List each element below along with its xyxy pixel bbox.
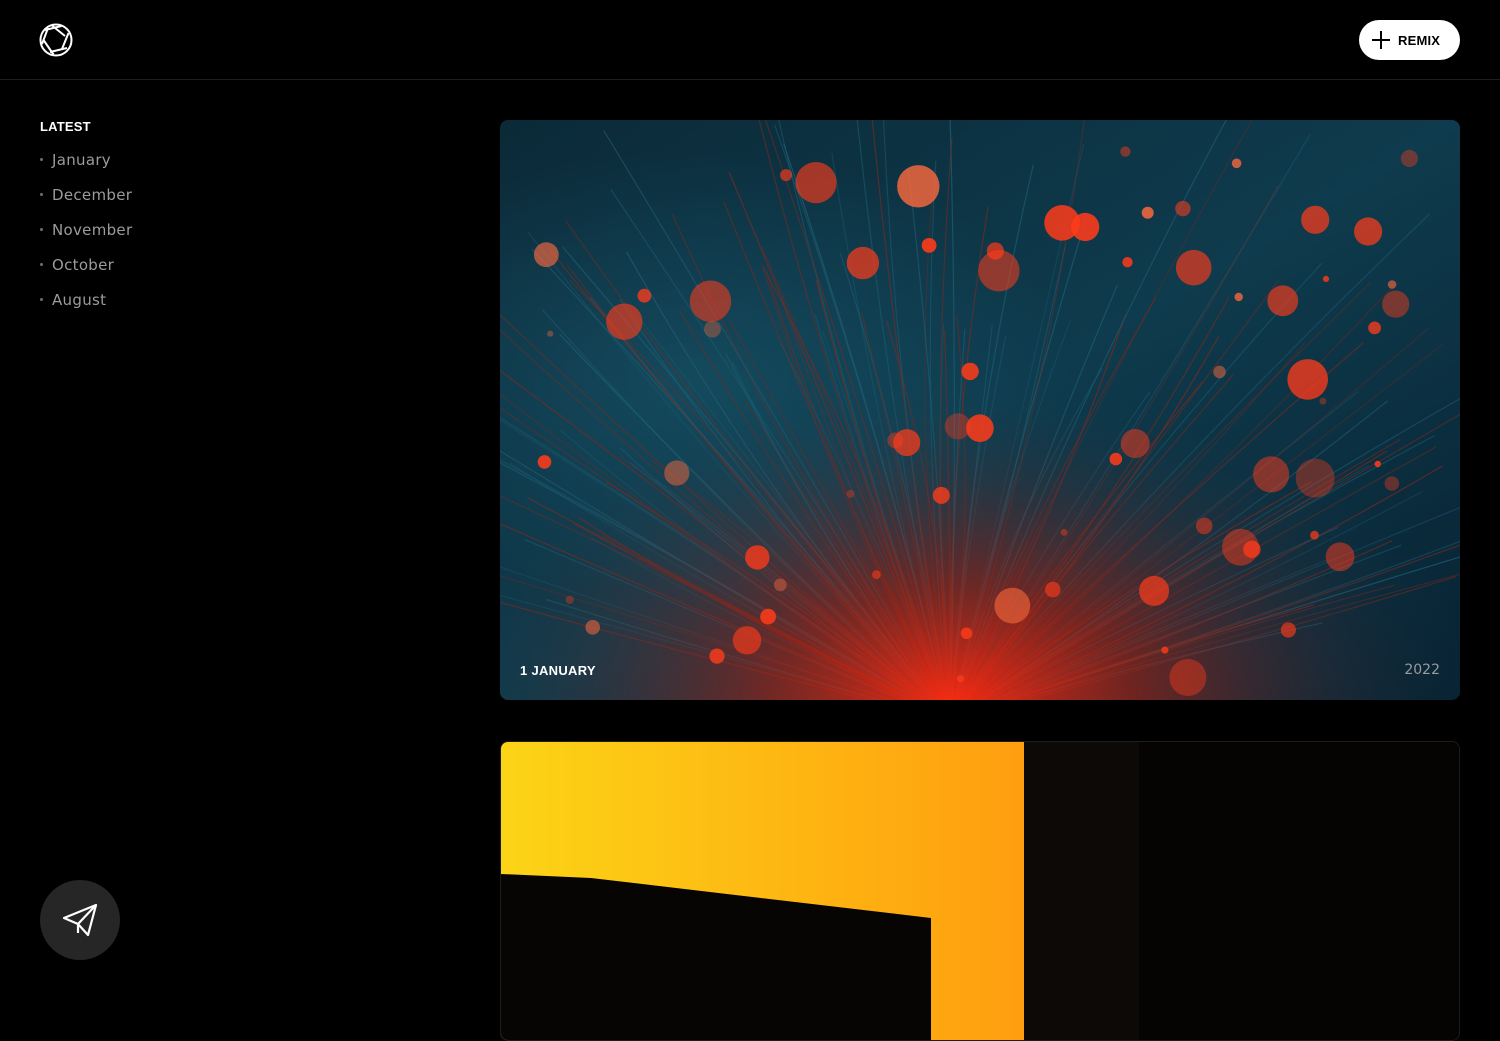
month-label: December xyxy=(52,185,133,204)
bokeh-dot xyxy=(1301,205,1330,234)
bokeh-dot xyxy=(780,169,793,182)
post-card-sunset[interactable] xyxy=(500,741,1460,1041)
bokeh-dot xyxy=(1400,149,1418,167)
bokeh-dot xyxy=(704,320,721,338)
bullet-dot xyxy=(40,228,43,231)
bokeh-dot xyxy=(664,460,690,486)
month-label: October xyxy=(52,255,115,274)
aperture-icon[interactable] xyxy=(39,23,73,57)
bokeh-dot xyxy=(637,288,652,303)
bokeh-dot xyxy=(1175,249,1212,286)
bokeh-dot xyxy=(709,648,725,664)
bokeh-dot xyxy=(1280,622,1296,638)
month-label: November xyxy=(52,220,133,239)
send-button[interactable] xyxy=(40,880,120,960)
bokeh-dot xyxy=(547,330,554,337)
sunset-building-silhouette-photo xyxy=(501,742,1459,1040)
sidebar-item-december[interactable]: December xyxy=(40,177,340,212)
bokeh-dot xyxy=(1267,285,1299,317)
bokeh-dot xyxy=(585,620,600,635)
bokeh-dot xyxy=(537,455,552,469)
bullet-dot xyxy=(40,158,43,161)
bokeh-dot xyxy=(1122,257,1133,268)
bokeh-dot xyxy=(1295,458,1335,498)
bokeh-dot xyxy=(1287,359,1328,400)
bokeh-dot xyxy=(986,242,1004,260)
bokeh-dot xyxy=(606,303,643,340)
bokeh-dot xyxy=(795,162,837,204)
bokeh-dot xyxy=(1169,659,1207,696)
bokeh-dot xyxy=(1109,452,1123,466)
bokeh-dot xyxy=(1213,365,1226,379)
month-label: August xyxy=(52,290,107,309)
bokeh-dot xyxy=(732,626,762,655)
bokeh-dot xyxy=(689,280,732,322)
bokeh-dot xyxy=(1120,429,1150,458)
bokeh-dot xyxy=(1325,542,1355,572)
sidebar-item-november[interactable]: November xyxy=(40,212,340,247)
bokeh-dot xyxy=(932,486,950,504)
bokeh-dot xyxy=(960,627,973,640)
post-card-january[interactable]: 1 JANUARY 2022 xyxy=(500,120,1460,700)
bokeh-dot xyxy=(1310,530,1319,540)
bullet-dot xyxy=(40,263,43,266)
bokeh-dot xyxy=(1319,397,1327,405)
bokeh-dot xyxy=(1387,280,1397,289)
month-label: January xyxy=(52,150,111,169)
bokeh-dot xyxy=(1195,517,1213,535)
bokeh-dot xyxy=(773,578,787,592)
bokeh-dot xyxy=(961,362,979,381)
bokeh-dot xyxy=(1044,205,1080,241)
bullet-dot xyxy=(40,298,43,301)
bokeh-dot xyxy=(565,595,574,604)
fiber-optic-bokeh-photo xyxy=(500,120,1460,700)
remix-button[interactable]: REMIX xyxy=(1359,20,1460,60)
remix-label: REMIX xyxy=(1398,32,1441,48)
sidebar-item-august[interactable]: August xyxy=(40,282,340,317)
bokeh-dot xyxy=(1382,290,1410,318)
bokeh-dot xyxy=(1060,528,1068,536)
month-list: January December November October August xyxy=(40,142,340,317)
bokeh-dot xyxy=(1253,456,1290,493)
bokeh-dot xyxy=(1231,158,1242,169)
bokeh-dot xyxy=(966,414,994,443)
bokeh-dot xyxy=(1045,581,1061,598)
bokeh-dot xyxy=(1139,575,1170,606)
bokeh-dot xyxy=(1322,275,1330,282)
bokeh-dot xyxy=(1161,646,1169,654)
post-date: 1 JANUARY xyxy=(520,663,596,678)
bokeh-dot xyxy=(1384,476,1400,491)
bokeh-dot xyxy=(1368,321,1381,335)
bokeh-dot xyxy=(1141,206,1154,219)
paper-plane-icon xyxy=(62,903,98,937)
bokeh-dot xyxy=(921,238,937,253)
bokeh-dot xyxy=(846,489,855,498)
sidebar-item-january[interactable]: January xyxy=(40,142,340,177)
bokeh-dot xyxy=(1234,292,1243,302)
bokeh-dot xyxy=(846,246,880,280)
top-bar: REMIX xyxy=(0,0,1500,80)
bokeh-dot xyxy=(1222,528,1259,566)
sidebar: LATEST January December November October… xyxy=(40,112,340,317)
bokeh-dot xyxy=(956,675,965,683)
bokeh-dot xyxy=(533,242,559,268)
bullet-dot xyxy=(40,193,43,196)
bokeh-dot xyxy=(1175,200,1191,217)
sidebar-item-october[interactable]: October xyxy=(40,247,340,282)
bokeh-dot xyxy=(887,432,904,449)
bokeh-dot xyxy=(1120,146,1131,157)
sidebar-heading: LATEST xyxy=(40,119,91,134)
bokeh-dot xyxy=(1374,460,1381,468)
bokeh-dot xyxy=(745,545,770,570)
bokeh-dot xyxy=(872,570,881,580)
bokeh-dot xyxy=(897,165,940,208)
bokeh-dot xyxy=(994,587,1031,624)
bokeh-dot xyxy=(1354,217,1383,246)
post-year: 2022 xyxy=(1404,662,1440,678)
plus-icon xyxy=(1372,31,1390,49)
bokeh-dot xyxy=(760,608,776,625)
